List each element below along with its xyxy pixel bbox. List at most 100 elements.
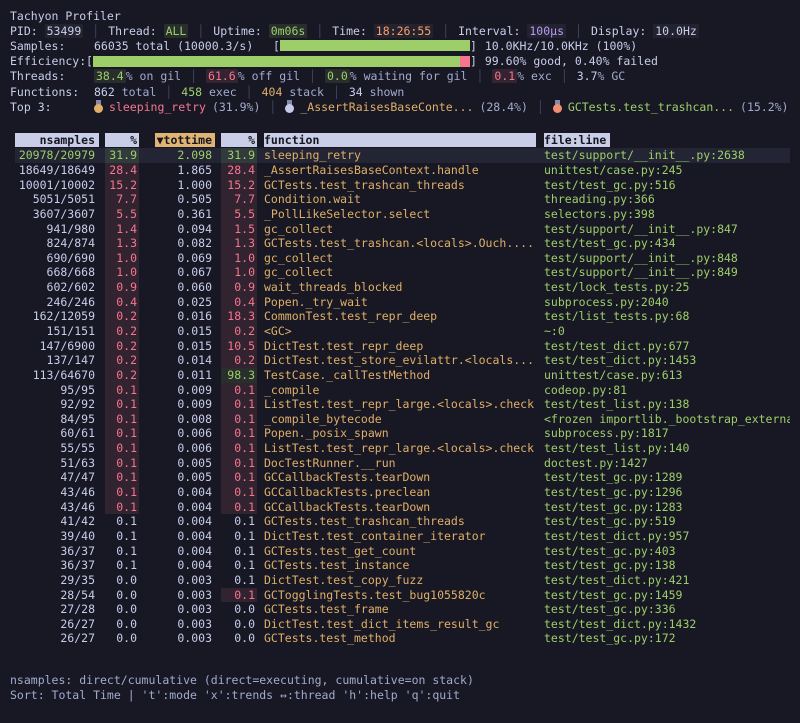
cell-pct-direct: 1.0 [105,265,139,280]
cell-pct-cumulative: 0.1 [221,397,257,412]
cell-nsamples: 92/92 [15,397,99,412]
table-row[interactable]: 151/1510.20.0150.2<GC>~:0 [15,324,790,339]
cell-function: Popen._posix_spawn [264,426,536,441]
function-stat-suffix: total [115,85,157,99]
cell-tottime: 0.015 [155,324,215,339]
cell-pct-direct: 0.1 [105,470,139,485]
cell-pct-direct: 0.4 [105,295,139,310]
function-stat-stack: 404 stack [262,85,324,99]
table-row[interactable]: 29/350.00.0030.1DictTest.test_copy_fuzzt… [15,573,790,588]
cell-file-line: test/test_dict.py:677 [544,339,790,354]
table-row[interactable]: 3607/36075.50.3615.5_PollLikeSelector.se… [15,207,790,222]
table-row[interactable]: 690/6901.00.0691.0gc_collecttest/support… [15,251,790,266]
cell-file-line: test/test_gc.py:172 [544,631,790,646]
table-row[interactable]: 43/460.10.0040.1GCCallbackTests.tearDown… [15,500,790,515]
table-row[interactable]: 824/8741.30.0821.3GCTests.test_trashcan.… [15,236,790,251]
cell-function: DictTest.test_store_evilattr.<locals... [264,353,536,368]
cell-file-line: subprocess.py:1817 [544,426,790,441]
cell-tottime: 0.067 [155,265,215,280]
cell-nsamples: 36/37 [15,544,99,559]
table-row[interactable]: 27/280.00.0030.0GCTests.test_frametest/t… [15,602,790,617]
table-row[interactable]: 47/470.10.0050.1GCCallbackTests.tearDown… [15,470,790,485]
table-row[interactable]: 113/646700.20.01198.3TestCase._callTestM… [15,368,790,383]
table-row[interactable]: 668/6681.00.0671.0gc_collecttest/support… [15,265,790,280]
cell-file-line: test/test_gc.py:403 [544,544,790,559]
table-row[interactable]: 137/1470.20.0140.2DictTest.test_store_ev… [15,353,790,368]
table-row[interactable]: 10001/1000215.21.00015.2GCTests.test_tra… [15,178,790,193]
silver-medal-icon [285,100,294,113]
function-stat-value: 34 [349,85,363,99]
cell-pct-direct: 1.3 [105,236,139,251]
info-item-uptime: Uptime: 0m06s [213,24,307,38]
threads-line: Threads:38.4% on gil│61.6% off gil│0.0% … [10,69,790,84]
column-header-file-line[interactable]: file:line [544,133,610,147]
cell-tottime: 0.015 [155,339,215,354]
table-row[interactable]: 43/460.10.0040.1GCCallbackTests.preclean… [15,485,790,500]
table-row[interactable]: 92/920.10.0090.1ListTest.test_repr_large… [15,397,790,412]
column-header-tottime-sorted[interactable]: ▼tottime [155,133,215,147]
cell-function: DictTest.test_repr_deep [264,339,536,354]
table-row[interactable]: 41/420.10.0040.1GCTests.test_trashcan_th… [15,514,790,529]
table-row[interactable]: 39/400.10.0040.1DictTest.test_container_… [15,529,790,544]
cell-nsamples: 602/602 [15,280,99,295]
cell-pct-direct: 0.1 [105,383,139,398]
table-row[interactable]: 20978/2097931.92.09831.9sleeping_retryte… [15,148,790,163]
column-header-function[interactable]: function [264,133,536,147]
cell-file-line: test/lock_tests.py:25 [544,280,790,295]
info-item-value: 18:26:55 [374,24,433,38]
cell-pct-direct: 31.9 [105,148,139,163]
cell-pct-direct: 0.1 [105,412,139,427]
column-header-nsamples[interactable]: nsamples [15,133,99,147]
table-row[interactable]: 162/120590.20.01618.3CommonTest.test_rep… [15,309,790,324]
table-header-row: nsamples % ▼tottime % function file:line [15,133,790,147]
cell-pct-direct: 0.1 [105,456,139,471]
table-row[interactable]: 941/9801.40.0941.5gc_collecttest/support… [15,222,790,237]
cell-tottime: 1.865 [155,163,215,178]
cell-tottime: 0.004 [155,544,215,559]
info-item-interval: Interval: 100μs [458,24,566,38]
cell-file-line: test/test_dict.py:421 [544,573,790,588]
table-row[interactable]: 147/69000.20.01510.5DictTest.test_repr_d… [15,339,790,354]
table-row[interactable]: 51/630.10.0050.1DocTestRunner.__rundocte… [15,456,790,471]
table-row[interactable]: 55/550.10.0060.1ListTest.test_repr_large… [15,441,790,456]
cell-nsamples: 18649/18649 [15,163,99,178]
cell-pct-direct: 0.1 [105,529,139,544]
separator: │ [333,85,340,99]
table-row[interactable]: 28/540.00.0030.1GCTogglingTests.test_bug… [15,588,790,603]
cell-pct-cumulative: 0.1 [221,485,257,500]
thread-stat-suffix: % GC [598,69,626,83]
table-row[interactable]: 18649/1864928.41.86528.4_AssertRaisesBas… [15,163,790,178]
table-row[interactable]: 36/370.10.0040.1GCTests.test_instancetes… [15,558,790,573]
cell-file-line: test/test_gc.py:1296 [544,485,790,500]
cell-nsamples: 27/28 [15,602,99,617]
cell-tottime: 0.003 [155,588,215,603]
table-row[interactable]: 26/270.00.0030.0DictTest.test_dict_items… [15,617,790,632]
cell-function: <GC> [264,324,536,339]
cell-file-line: test/test_dict.py:957 [544,529,790,544]
info-bar: PID: 53499│Thread: ALL│Uptime: 0m06s│Tim… [10,23,790,38]
table-row[interactable]: 36/370.10.0040.1GCTests.test_get_countte… [15,544,790,559]
table-row[interactable]: 84/950.10.0080.1_compile_bytecode<frozen… [15,412,790,427]
table-row[interactable]: 602/6020.90.0600.9wait_threads_blockedte… [15,280,790,295]
table-row[interactable]: 26/270.00.0030.0GCTests.test_methodtest/… [15,631,790,646]
cell-pct-cumulative: 7.7 [221,192,257,207]
efficiency-text: 99.60% good, 0.40% failed [485,54,658,68]
table-row[interactable]: 60/610.10.0060.1Popen._posix_spawnsubpro… [15,426,790,441]
column-header-pct-direct[interactable]: % [105,133,139,147]
cell-file-line: test/test_gc.py:519 [544,514,790,529]
cell-file-line: test/test_gc.py:1283 [544,500,790,515]
cell-tottime: 0.011 [155,368,215,383]
cell-function: GCTogglingTests.test_bug1055820c [264,588,536,603]
cell-tottime: 0.025 [155,295,215,310]
column-header-pct-cumulative[interactable]: % [221,133,257,147]
cell-tottime: 0.004 [155,529,215,544]
table-row[interactable]: 95/950.10.0090.1_compilecodeop.py:81 [15,383,790,398]
table-row[interactable]: 246/2460.40.0250.4Popen._try_waitsubproc… [15,295,790,310]
cell-pct-direct: 0.0 [105,602,139,617]
cell-nsamples: 39/40 [15,529,99,544]
samples-bar-open-bracket: [ [273,39,280,53]
table-row[interactable]: 5051/50517.70.5057.7Condition.waitthread… [15,192,790,207]
top3-label: Top 3: [10,100,94,114]
cell-function: wait_threads_blocked [264,280,536,295]
cell-function: GCTests.test_instance [264,558,536,573]
